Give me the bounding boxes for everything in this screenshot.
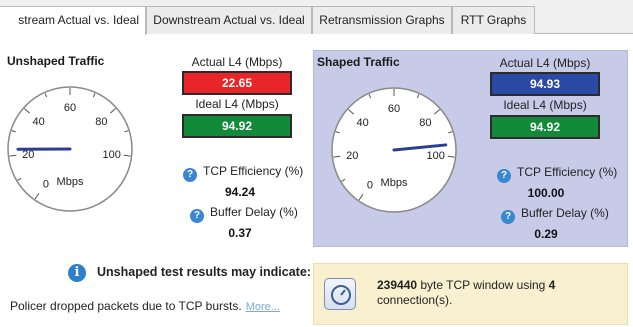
shaped-gauge-tick-label: 60	[388, 103, 400, 115]
tab-label: stream Actual vs. Ideal	[18, 13, 139, 27]
unshaped-gauge-tick-label: 40	[32, 116, 44, 128]
window-text-b: connection(s).	[377, 293, 453, 307]
shaped-ideal-label: Ideal L4 (Mbps)	[503, 98, 587, 112]
diagnosis-message: Policer dropped packets due to TCP burst…	[10, 299, 242, 313]
tab-rtt-graphs[interactable]: RTT Graphs	[452, 6, 535, 34]
window-text-a: byte TCP window using	[417, 278, 549, 292]
shaped-buffer-row: ? Buffer Delay (%)	[501, 206, 609, 224]
unshaped-ideal-value: 94.92	[182, 114, 292, 138]
shaped-actual-value: 94.93	[490, 72, 600, 96]
shaped-title: Shaped Traffic	[317, 55, 400, 69]
unshaped-efficiency-value: 94.24	[224, 185, 256, 199]
shaped-gauge-unit-label: Mbps	[381, 177, 408, 189]
tab-bar: stream Actual vs. Ideal Downstream Actua…	[0, 0, 633, 35]
diagnosis-text: Policer dropped packets due to TCP burst…	[10, 299, 280, 313]
unshaped-efficiency-row: ? TCP Efficiency (%)	[183, 164, 303, 182]
shaped-efficiency-label: TCP Efficiency (%)	[517, 165, 618, 179]
unshaped-buffer-row: ? Buffer Delay (%)	[190, 205, 298, 223]
shaped-gauge-tick-label: 80	[419, 117, 431, 129]
unshaped-efficiency-label: TCP Efficiency (%)	[203, 164, 304, 178]
unshaped-speed-gauge: 020406080100Mbps	[7, 86, 133, 212]
tab-downstream-actual-vs-ideal[interactable]: Downstream Actual vs. Ideal	[146, 6, 312, 34]
info-icon: i	[68, 264, 86, 282]
gauge-icon	[324, 278, 356, 310]
unshaped-traffic-panel: Unshaped Traffic 0 20 40 60 80 100 Mbps Actual…	[0, 50, 307, 247]
tab-label: Retransmission Graphs	[319, 13, 445, 27]
unshaped-gauge-tick-label: 0	[43, 178, 49, 190]
tab-label: Downstream Actual vs. Ideal	[153, 13, 305, 27]
shaped-efficiency-row: ? TCP Efficiency (%)	[497, 165, 617, 183]
help-icon[interactable]: ?	[190, 209, 204, 223]
shaped-speed-gauge: 0 20 40 60 80 100 Mbps	[331, 87, 457, 213]
shaped-ideal-value: 94.92	[490, 115, 600, 139]
unshaped-buffer-label: Buffer Delay (%)	[210, 205, 298, 219]
tcp-window-summary: 239440 byte TCP window using 4 connection…	[313, 263, 628, 325]
unshaped-gauge-tick-label: 80	[95, 116, 107, 128]
unshaped-actual-label: Actual L4 (Mbps)	[191, 55, 283, 69]
window-connections: 4	[548, 278, 556, 292]
tab-upstream-actual-vs-ideal[interactable]: stream Actual vs. Ideal	[0, 6, 146, 35]
shaped-gauge-tick-label: 100	[427, 150, 445, 162]
shaped-buffer-label: Buffer Delay (%)	[521, 206, 609, 220]
unshaped-actual-value: 22.65	[182, 71, 292, 95]
window-bytes: 239440	[377, 278, 418, 292]
help-icon[interactable]: ?	[497, 169, 511, 183]
shaped-efficiency-value: 100.00	[527, 186, 565, 200]
shaped-gauge-tick-label: 40	[356, 117, 368, 129]
unshaped-buffer-value: 0.37	[228, 226, 252, 240]
unshaped-title: Unshaped Traffic	[7, 54, 105, 68]
results-content: Unshaped Traffic 0 20 40 60 80 100 Mbps Actual…	[0, 35, 633, 327]
help-icon[interactable]: ?	[183, 168, 197, 182]
more-link[interactable]: More...	[246, 301, 280, 313]
help-icon[interactable]: ?	[501, 210, 515, 224]
shaped-buffer-value: 0.29	[534, 227, 558, 241]
diagnosis-title: Unshaped test results may indicate:	[97, 265, 311, 279]
tab-label: RTT Graphs	[460, 13, 527, 27]
shaped-actual-label: Actual L4 (Mbps)	[499, 56, 591, 70]
shaped-gauge-tick-label: 0	[367, 179, 373, 191]
unshaped-ideal-label: Ideal L4 (Mbps)	[195, 97, 279, 111]
shaped-gauge-tick-label: 20	[346, 150, 358, 162]
tab-retransmission-graphs[interactable]: Retransmission Graphs	[312, 6, 452, 34]
unshaped-gauge-tick-label: 60	[64, 102, 76, 114]
tcp-window-text: 239440 byte TCP window using 4 connection…	[377, 278, 617, 308]
unshaped-gauge-unit-label: Mbps	[57, 176, 84, 188]
shaped-traffic-panel: Shaped Traffic 0 20 40 60 80 100 Mbps Actual L…	[313, 50, 628, 247]
unshaped-diagnosis: i Unshaped test results may indicate: Po…	[0, 261, 311, 321]
unshaped-gauge-tick-label: 100	[103, 149, 121, 161]
